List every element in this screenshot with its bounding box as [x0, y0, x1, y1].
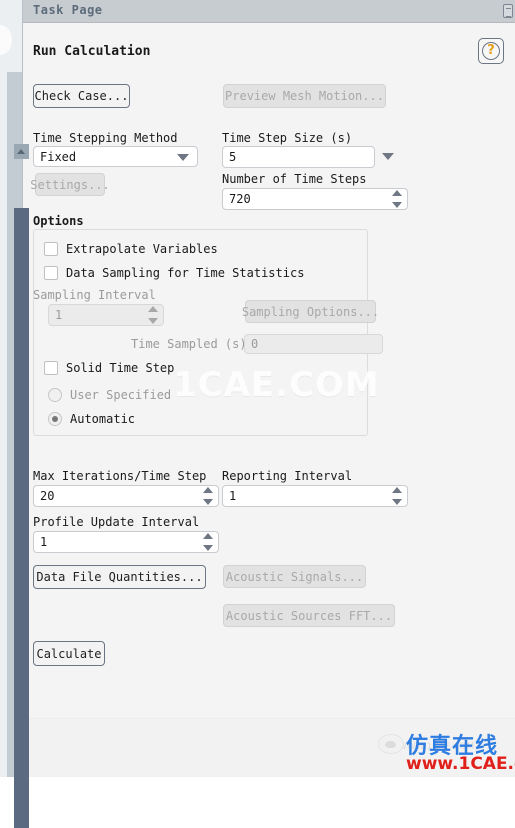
- time-sampled-input: 0: [244, 334, 383, 354]
- data-sampling-label: Data Sampling for Time Statistics: [66, 266, 305, 280]
- settings-button: Settings...: [30, 173, 110, 196]
- stepper-up-icon: [148, 306, 158, 312]
- task-panel: Task Page Run Calculation ? Check Case..…: [23, 0, 515, 777]
- dock-pin-icon[interactable]: [503, 4, 513, 18]
- solid-time-step-checkbox[interactable]: [44, 361, 58, 375]
- reporting-interval-value: 1: [229, 489, 237, 503]
- acoustic-signals-button: Acoustic Signals...: [223, 565, 366, 588]
- time-step-size-value: 5: [229, 150, 237, 164]
- number-of-time-steps-input[interactable]: 720: [222, 188, 408, 210]
- help-button[interactable]: ?: [478, 38, 504, 64]
- time-stepping-method-value: Fixed: [40, 149, 77, 164]
- time-sampled-value: 0: [251, 337, 259, 351]
- max-iterations-label: Max Iterations/Time Step: [33, 469, 207, 483]
- solid-time-step-user-specified-radio: [48, 388, 62, 402]
- sampling-interval-label: Sampling Interval: [33, 288, 156, 302]
- stepper-down-icon: [148, 318, 158, 324]
- preview-mesh-motion-button: Preview Mesh Motion...: [223, 84, 386, 108]
- panel-collapse-handle[interactable]: [0, 25, 12, 55]
- profile-update-interval-value: 1: [40, 535, 48, 549]
- max-iterations-input[interactable]: 20: [33, 485, 219, 507]
- max-iterations-stepper[interactable]: [203, 487, 213, 505]
- acoustic-sources-fft-button: Acoustic Sources FFT...: [223, 604, 395, 627]
- question-mark-icon: ?: [482, 42, 500, 60]
- number-of-time-steps-stepper[interactable]: [392, 190, 402, 208]
- vertical-scrollbar[interactable]: [7, 72, 29, 828]
- stepper-down-icon[interactable]: [203, 545, 213, 551]
- scrollbar-thumb[interactable]: [14, 208, 29, 828]
- time-stepping-method-select[interactable]: Fixed: [33, 146, 198, 167]
- time-step-size-input[interactable]: 5: [222, 146, 375, 168]
- sampling-options-button: Sampling Options...: [242, 300, 379, 323]
- sampling-interval-input: 1: [48, 304, 164, 326]
- sampling-interval-stepper: [148, 306, 158, 324]
- profile-update-interval-label: Profile Update Interval: [33, 515, 200, 529]
- solid-time-step-user-specified-label: User Specified: [70, 388, 172, 402]
- stepper-up-icon[interactable]: [203, 487, 213, 493]
- data-file-quantities-button[interactable]: Data File Quantities...: [33, 565, 206, 589]
- time-step-size-label: Time Step Size (s): [222, 131, 353, 145]
- solid-time-step-automatic-radio[interactable]: [48, 412, 62, 426]
- options-groupbox: [33, 229, 368, 436]
- stepper-down-icon[interactable]: [392, 202, 402, 208]
- chevron-down-icon: [177, 153, 189, 161]
- time-stepping-method-label: Time Stepping Method: [33, 131, 178, 145]
- left-gutter: [0, 0, 29, 828]
- panel-bottom-strip: [23, 718, 515, 777]
- options-group-title: Options: [33, 214, 84, 228]
- page-title: Run Calculation: [33, 44, 151, 59]
- data-sampling-checkbox[interactable]: [44, 266, 58, 280]
- solid-time-step-automatic-label: Automatic: [70, 412, 136, 426]
- max-iterations-value: 20: [40, 489, 55, 503]
- task-page-root: Task Page Run Calculation ? Check Case..…: [0, 0, 515, 828]
- extrapolate-variables-checkbox[interactable]: [44, 242, 58, 256]
- stepper-up-icon[interactable]: [203, 533, 213, 539]
- panel-titlebar: Task Page: [23, 0, 515, 23]
- calculate-button[interactable]: Calculate: [33, 641, 105, 666]
- reporting-interval-stepper[interactable]: [392, 487, 402, 505]
- profile-update-interval-input[interactable]: 1: [33, 531, 219, 553]
- gutter-edge: [0, 0, 7, 777]
- reporting-interval-label: Reporting Interval: [222, 469, 353, 483]
- time-sampled-label: Time Sampled (s): [131, 337, 247, 351]
- profile-update-interval-stepper[interactable]: [203, 533, 213, 551]
- scroll-up-arrow-icon[interactable]: [14, 144, 29, 159]
- number-of-time-steps-label: Number of Time Steps: [222, 172, 367, 186]
- number-of-time-steps-value: 720: [229, 192, 251, 206]
- solid-time-step-label: Solid Time Step: [66, 361, 175, 375]
- panel-title: Task Page: [33, 3, 103, 17]
- sampling-interval-value: 1: [55, 308, 63, 322]
- time-step-size-dropdown-icon[interactable]: [382, 153, 394, 160]
- reporting-interval-input[interactable]: 1: [222, 485, 408, 507]
- extrapolate-variables-label: Extrapolate Variables: [66, 242, 218, 256]
- stepper-down-icon[interactable]: [203, 499, 213, 505]
- check-case-button[interactable]: Check Case...: [33, 84, 130, 108]
- stepper-down-icon[interactable]: [392, 499, 402, 505]
- stepper-up-icon[interactable]: [392, 190, 402, 196]
- stepper-up-icon[interactable]: [392, 487, 402, 493]
